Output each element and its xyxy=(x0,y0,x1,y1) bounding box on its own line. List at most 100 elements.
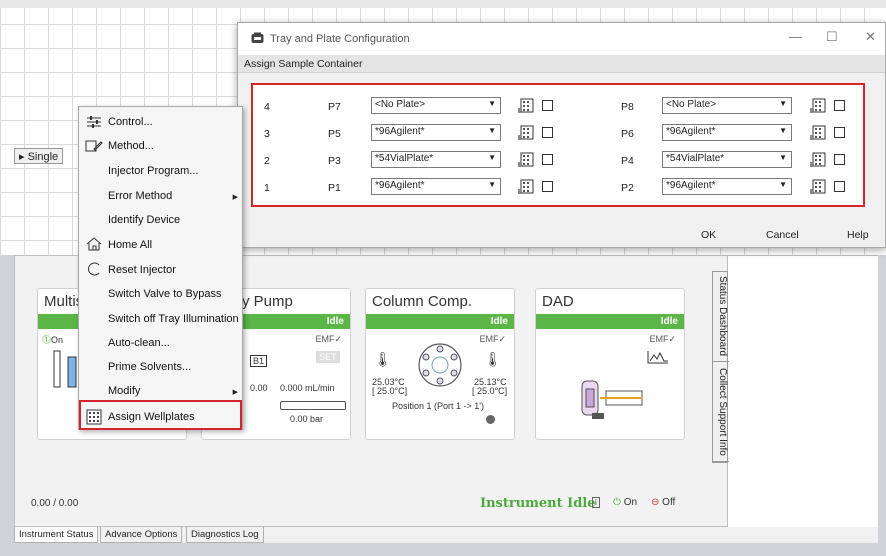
menu-item-reset-injector[interactable]: Reset Injector xyxy=(108,264,176,276)
dad-emf: EMF✓ xyxy=(649,334,676,344)
pump-flow: 0.000 mL/min xyxy=(280,383,335,393)
close-button[interactable]: ✕ xyxy=(865,29,876,45)
pump-emf: EMF✓ xyxy=(315,334,342,344)
tab-collect-support-info[interactable]: Collect Support Info xyxy=(713,362,729,462)
column-dot-icon xyxy=(486,415,495,424)
side-tabs: Status Dashboard Collect Support Info xyxy=(712,271,729,463)
plate-select-p8[interactable]: <No Plate> ▼ xyxy=(662,97,792,114)
chevron-down-icon: ▼ xyxy=(779,126,787,135)
menu-item-auto-clean[interactable]: Auto-clean... xyxy=(108,337,170,349)
minimize-button[interactable]: — xyxy=(789,29,802,44)
column-comp-title: Column Comp. xyxy=(372,293,473,310)
counter: 0.00 / 0.00 xyxy=(31,498,79,509)
valve-icon xyxy=(418,343,462,387)
position-label: P4 xyxy=(621,155,634,167)
chevron-down-icon: ▼ xyxy=(779,153,787,162)
row-number: 3 xyxy=(264,128,270,140)
method-icon xyxy=(85,140,103,152)
checkbox-p1[interactable] xyxy=(542,181,553,192)
checkbox-p5[interactable] xyxy=(542,127,553,138)
menu-item-modify[interactable]: Modify xyxy=(108,385,140,397)
column-comp-module[interactable]: Column Comp. Idle EMF✓ 🌡 🌡 25.03°C [ 25.… xyxy=(365,288,515,440)
wellplate-icon[interactable] xyxy=(810,179,826,195)
chevron-down-icon: ▼ xyxy=(488,153,496,162)
menu-item-control[interactable]: Control... xyxy=(108,116,153,128)
checkbox-p3[interactable] xyxy=(542,154,553,165)
lamp-flowcell-icon xyxy=(581,380,643,419)
cancel-button[interactable]: Cancel xyxy=(766,229,799,241)
menu-item-identify-device[interactable]: Identify Device xyxy=(108,214,180,226)
dialog-titlebar: Tray and Plate Configuration — ☐ ✕ xyxy=(238,23,885,55)
status-right-area xyxy=(728,255,878,527)
ok-button[interactable]: OK xyxy=(701,229,716,241)
maximize-button[interactable]: ☐ xyxy=(826,29,838,45)
valve-position: Position 1 (Port 1 -> 1') xyxy=(392,401,485,411)
reset-icon xyxy=(88,262,100,276)
plate-select-p4[interactable]: *54VialPlate* ▼ xyxy=(662,151,792,168)
on-button[interactable]: ⏻ On xyxy=(613,497,637,508)
menu-item-tray-illumination[interactable]: Switch off Tray Illumination xyxy=(108,313,239,325)
single-tab[interactable]: ▸ Single xyxy=(14,148,64,164)
menu-item-prime-solvents[interactable]: Prime Solvents... xyxy=(108,361,191,373)
checkbox-p2[interactable] xyxy=(834,181,845,192)
checkbox-p8[interactable] xyxy=(834,100,845,111)
tray-plate-dialog: Tray and Plate Configuration — ☐ ✕ Assig… xyxy=(237,22,886,248)
row-number: 1 xyxy=(264,182,270,194)
submenu-arrow-icon: ▶ xyxy=(232,194,238,201)
plate-select-p3[interactable]: *54VialPlate* ▼ xyxy=(371,151,501,168)
pump-title: y Pump xyxy=(242,293,293,310)
wellplate-icon[interactable] xyxy=(810,125,826,141)
chevron-down-icon: ▼ xyxy=(779,180,787,189)
wellplate-icon[interactable] xyxy=(810,152,826,168)
pressure-bar xyxy=(280,401,346,410)
off-icon: ⊖ xyxy=(651,497,660,508)
wellplate-icon[interactable] xyxy=(518,125,534,141)
dad-title: DAD xyxy=(542,293,574,310)
tab-advance-options[interactable]: Advance Options xyxy=(100,527,183,543)
chevron-down-icon: ▼ xyxy=(779,99,787,108)
plate-select-p1[interactable]: *96Agilent* ▼ xyxy=(371,178,501,195)
tab-diagnostics-log[interactable]: Diagnostics Log xyxy=(186,527,264,543)
checkbox-p7[interactable] xyxy=(542,100,553,111)
plate-select-p2[interactable]: *96Agilent* ▼ xyxy=(662,178,792,195)
dialog-subtitle: Assign Sample Container xyxy=(238,55,885,73)
help-button[interactable]: Help xyxy=(847,229,869,241)
on-icon: ⏻ xyxy=(613,497,621,508)
off-button[interactable]: ⊖ Off xyxy=(651,497,675,508)
wellplate-icon[interactable] xyxy=(810,98,826,114)
dad-module[interactable]: DAD Idle EMF✓ xyxy=(535,288,685,440)
position-label: P1 xyxy=(328,182,341,194)
home-icon xyxy=(86,237,102,251)
temp-left-set: [ 25.0°C] xyxy=(372,386,408,396)
temp-right-set: [ 25.0°C] xyxy=(472,386,508,396)
instrument-state: Instrument Idle xyxy=(480,496,596,511)
pump-pressure: 0.00 bar xyxy=(290,414,324,424)
plate-select-p7[interactable]: <No Plate> ▼ xyxy=(371,97,501,114)
wellplate-icon[interactable] xyxy=(518,152,534,168)
position-label: P8 xyxy=(621,101,634,113)
column-emf: EMF✓ xyxy=(479,334,506,344)
position-label: P2 xyxy=(621,182,634,194)
info-icon[interactable]: i xyxy=(592,497,600,508)
tab-status-dashboard[interactable]: Status Dashboard xyxy=(713,272,729,362)
menu-item-injector-program[interactable]: Injector Program... xyxy=(108,165,198,177)
submenu-arrow-icon: ▶ xyxy=(232,389,238,396)
tab-instrument-status[interactable]: Instrument Status xyxy=(14,527,99,543)
thermometer-left-icon: 🌡 xyxy=(374,351,392,367)
checkbox-p6[interactable] xyxy=(834,127,845,138)
chevron-down-icon: ▼ xyxy=(488,180,496,189)
wellplate-icon[interactable] xyxy=(518,98,534,114)
position-label: P6 xyxy=(621,128,634,140)
dad-status-bar: Idle xyxy=(536,314,684,329)
position-label: P3 xyxy=(328,155,341,167)
plate-select-p5[interactable]: *96Agilent* ▼ xyxy=(371,124,501,141)
menu-item-switch-valve[interactable]: Switch Valve to Bypass xyxy=(108,288,222,300)
menu-item-error-method[interactable]: Error Method xyxy=(108,190,172,202)
row-number: 2 xyxy=(264,155,270,167)
menu-item-home-all[interactable]: Home All xyxy=(108,239,152,251)
menu-item-method[interactable]: Method... xyxy=(108,140,154,152)
wellplate-icon[interactable] xyxy=(518,179,534,195)
checkbox-p4[interactable] xyxy=(834,154,845,165)
multisampler-on-indicator[interactable]: ⓵On xyxy=(42,333,63,346)
plate-select-p6[interactable]: *96Agilent* ▼ xyxy=(662,124,792,141)
